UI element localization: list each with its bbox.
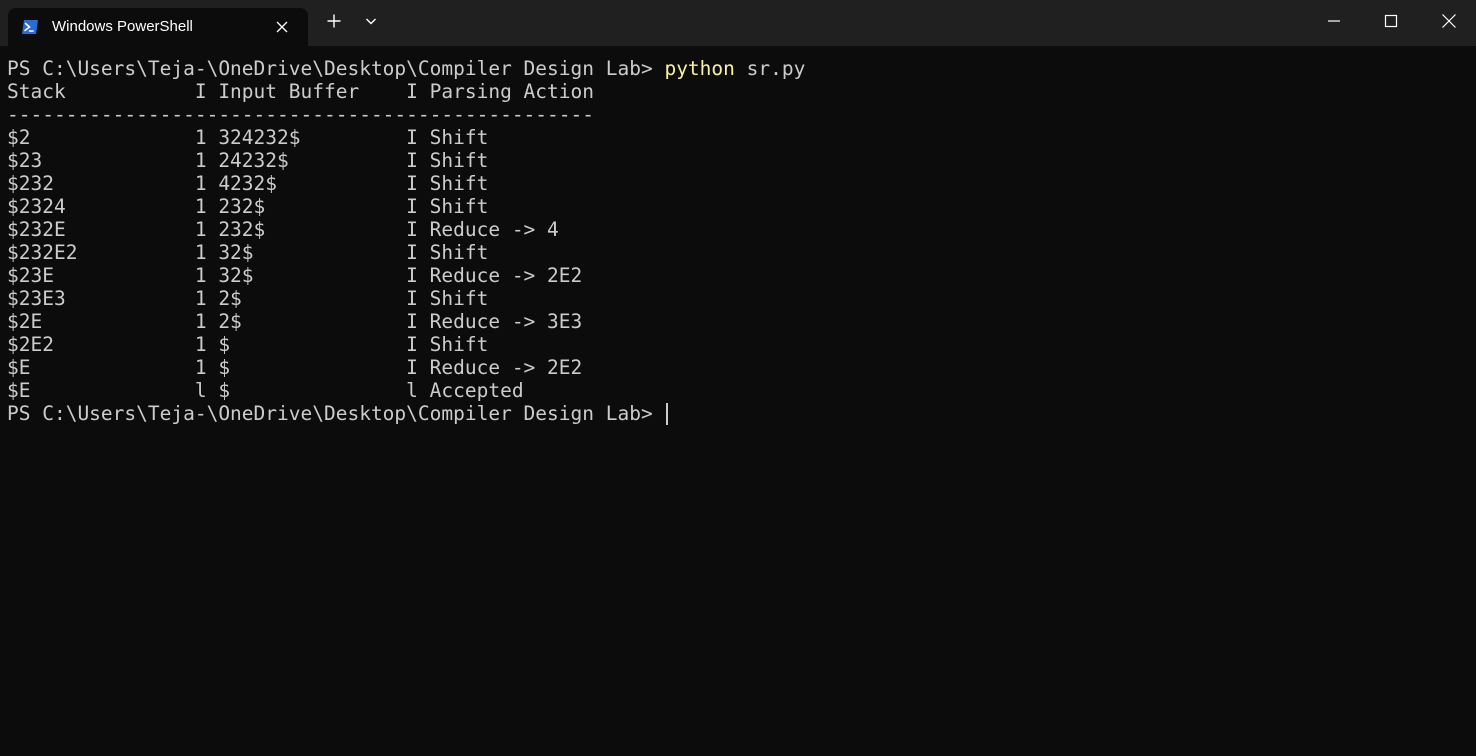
table-separator: ----------------------------------------…: [7, 103, 594, 126]
prompt: PS C:\Users\Teja-\OneDrive\Desktop\Compi…: [7, 57, 665, 80]
table-header: Stack I Input Buffer I Parsing Action: [7, 80, 594, 103]
powershell-window: Windows PowerShell PS C:\Users\Teja-\One…: [0, 0, 1476, 756]
table-row: $23 1 24232$ I Shift: [7, 149, 489, 172]
command-args: sr.py: [734, 57, 806, 80]
table-row: $2324 1 232$ I Shift: [7, 195, 489, 218]
table-row: $232 1 4232$ I Shift: [7, 172, 489, 195]
table-row: $23E3 1 2$ I Shift: [7, 287, 489, 310]
table-row: $2E 1 2$ I Reduce -> 3E3: [7, 310, 583, 333]
table-row: $232E 1 232$ I Reduce -> 4: [7, 218, 559, 241]
command-line: PS C:\Users\Teja-\OneDrive\Desktop\Compi…: [7, 57, 1467, 80]
final-prompt-line[interactable]: PS C:\Users\Teja-\OneDrive\Desktop\Compi…: [7, 402, 1467, 425]
table-row: $232E2 1 32$ I Shift: [7, 241, 489, 264]
tab-windows-powershell[interactable]: Windows PowerShell: [8, 8, 308, 46]
powershell-icon: [21, 19, 39, 35]
close-window-button[interactable]: [1425, 0, 1473, 46]
table-row: $E 1 $ I Reduce -> 2E2: [7, 356, 583, 379]
minimize-button[interactable]: [1310, 0, 1358, 46]
tab-dropdown-button[interactable]: [356, 0, 386, 46]
close-icon: [1441, 13, 1457, 34]
minimize-icon: [1327, 14, 1341, 33]
prompt: PS C:\Users\Teja-\OneDrive\Desktop\Compi…: [7, 402, 665, 425]
terminal-output[interactable]: PS C:\Users\Teja-\OneDrive\Desktop\Compi…: [7, 57, 1467, 425]
table-row: $23E 1 32$ I Reduce -> 2E2: [7, 264, 583, 287]
maximize-button[interactable]: [1367, 0, 1415, 46]
plus-icon: [326, 13, 342, 34]
chevron-down-icon: [364, 14, 378, 33]
tab-title: Windows PowerShell: [52, 18, 193, 35]
table-row: $2 1 324232$ I Shift: [7, 126, 489, 149]
command-name: python: [664, 57, 735, 80]
new-tab-button[interactable]: [318, 0, 350, 46]
text-cursor: [666, 403, 669, 425]
table-row: $E l $ l Accepted: [7, 379, 524, 402]
table-row: $2E2 1 $ I Shift: [7, 333, 489, 356]
title-bar[interactable]: Windows PowerShell: [0, 0, 1476, 46]
close-icon[interactable]: [272, 17, 292, 37]
maximize-icon: [1384, 14, 1398, 33]
